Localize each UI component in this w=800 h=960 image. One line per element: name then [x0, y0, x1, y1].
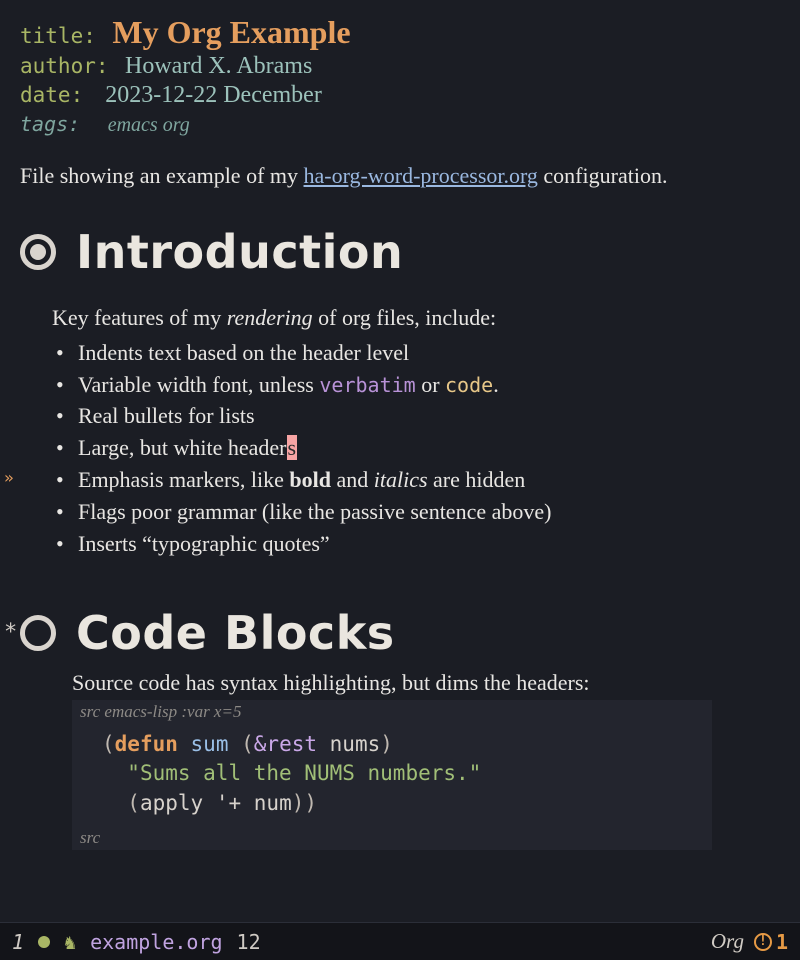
emphasis-rendering: rendering — [227, 305, 313, 330]
bold-sample: bold — [289, 467, 331, 492]
list-item: Inserts “typographic quotes” — [74, 528, 780, 560]
intro-text-pre: File showing an example of my — [20, 163, 304, 188]
verbatim-sample: verbatim — [319, 373, 415, 397]
list-item: Real bullets for lists — [74, 400, 780, 432]
intro-paragraph: File showing an example of my ha-org-wor… — [20, 161, 780, 191]
meta-val-title: My Org Example — [112, 14, 350, 50]
heading-introduction-row: Introduction — [20, 225, 780, 279]
heading-code-blocks-row: * Code Blocks — [20, 606, 780, 660]
line-number: 12 — [237, 930, 261, 954]
meta-val-author: Howard X. Abrams — [125, 53, 312, 79]
section2-lead: Source code has syntax highlighting, but… — [72, 670, 780, 696]
src-block-body[interactable]: (defun sum (&rest nums) "Sums all the NU… — [72, 724, 712, 826]
project-icon: ♞ — [64, 930, 76, 954]
config-file-link[interactable]: ha-org-word-processor.org — [304, 163, 538, 188]
section1-body: Key features of my rendering of org file… — [52, 305, 780, 560]
meta-key-tags: tags: — [20, 112, 80, 136]
text-cursor: s — [287, 435, 298, 460]
fringe-indicator-icon: » — [4, 466, 14, 489]
meta-author-line: author: Howard X. Abrams — [20, 53, 780, 80]
meta-title-line: title: My Org Example — [20, 14, 780, 51]
src-block-footer: src — [72, 826, 712, 850]
code-sample: code — [445, 373, 493, 397]
mode-line[interactable]: 1 ♞ example.org 12 Org ! 1 — [0, 922, 800, 960]
warning-icon: ! — [754, 933, 772, 951]
list-item: Indents text based on the header level — [74, 337, 780, 369]
list-item: » Emphasis markers, like bold and italic… — [74, 464, 780, 496]
list-item: Flags poor grammar (like the passive sen… — [74, 496, 780, 528]
meta-date-line: date: 2023-12-22 December — [20, 82, 780, 109]
minibuffer-area[interactable] — [0, 902, 800, 922]
buffer-filename[interactable]: example.org — [90, 930, 222, 954]
list-item: Large, but white headers — [74, 432, 780, 464]
section2-body: Source code has syntax highlighting, but… — [72, 670, 780, 850]
intro-text-post: configuration. — [538, 163, 668, 188]
heading-introduction: Introduction — [76, 225, 403, 279]
flycheck-warning[interactable]: ! 1 — [754, 930, 788, 954]
meta-key-author: author: — [20, 54, 109, 78]
src-block-header: src emacs-lisp :var x=5 — [72, 700, 712, 724]
warning-count: 1 — [776, 930, 788, 954]
italics-sample: italics — [374, 467, 428, 492]
heading-bullet-icon — [20, 615, 56, 651]
modified-indicator-icon — [38, 936, 50, 948]
section1-lead: Key features of my rendering of org file… — [52, 305, 780, 331]
meta-val-date: 2023-12-22 December — [105, 82, 322, 108]
heading-star-icon: * — [4, 620, 17, 645]
heading-code-blocks: Code Blocks — [76, 606, 395, 660]
editor-buffer[interactable]: title: My Org Example author: Howard X. … — [0, 0, 800, 902]
feature-list: Indents text based on the header level V… — [52, 337, 780, 560]
window-number: 1 — [12, 930, 24, 954]
meta-val-tags: emacs org — [108, 114, 190, 136]
meta-tags-line: tags: emacs org — [20, 111, 780, 137]
major-mode-label[interactable]: Org — [711, 929, 744, 954]
heading-bullet-icon — [20, 234, 56, 270]
meta-key-date: date: — [20, 83, 83, 107]
list-item: Variable width font, unless verbatim or … — [74, 369, 780, 401]
meta-key-title: title: — [20, 24, 96, 48]
